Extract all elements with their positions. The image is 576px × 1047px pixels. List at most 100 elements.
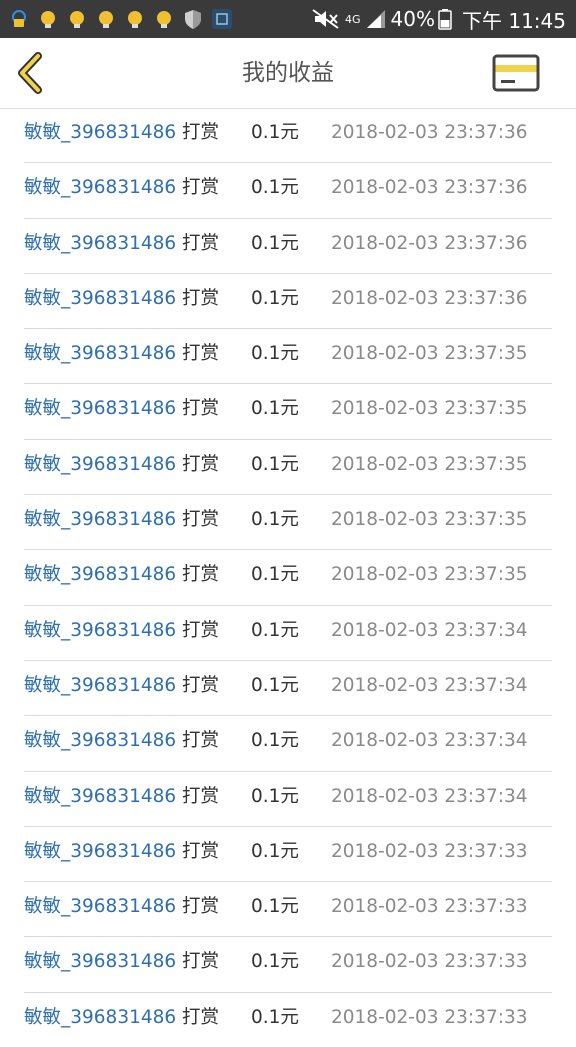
- bulb-icon: [153, 8, 175, 30]
- user-link[interactable]: 敏敏_396831486: [24, 108, 176, 162]
- action-label: 打赏: [182, 122, 220, 143]
- timestamp: 2018-02-03 23:37:35: [331, 398, 528, 420]
- list-item: 敏敏_396831486 打赏 0.1元 2018-02-03 23:37:36: [24, 108, 552, 164]
- action-label: 打赏: [182, 287, 220, 309]
- user-link[interactable]: 敏敏_396831486: [24, 440, 176, 494]
- list-item: 敏敏_396831486 打赏 0.1元 2018-02-03 23:37:33: [24, 882, 552, 938]
- header-bar: 我的收益: [0, 38, 576, 109]
- amount-value: 0.1元: [251, 951, 299, 973]
- amount-value: 0.1元: [251, 730, 299, 752]
- battery-icon: [438, 8, 452, 30]
- action-label: 打赏: [182, 840, 220, 862]
- amount-value: 0.1元: [251, 509, 299, 531]
- amount-value: 0.1元: [251, 674, 299, 696]
- bulb-icon: [66, 8, 88, 30]
- user-link[interactable]: 敏敏_396831486: [24, 993, 176, 1047]
- action-label: 打赏: [182, 619, 220, 641]
- signal-icon: [365, 9, 387, 29]
- amount-value: 0.1元: [251, 177, 299, 199]
- list-item: 敏敏_396831486 打赏 0.1元 2018-02-03 23:37:33: [24, 993, 552, 1047]
- action-label: 打赏: [182, 398, 220, 420]
- amount-value: 0.1元: [251, 1006, 299, 1028]
- mute-icon: [311, 8, 341, 30]
- list-item: 敏敏_396831486 打赏 0.1元 2018-02-03 23:37:35: [24, 550, 552, 606]
- amount-value: 0.1元: [251, 896, 299, 918]
- action-label: 打赏: [182, 896, 220, 918]
- action-label: 打赏: [182, 674, 220, 696]
- timestamp: 2018-02-03 23:37:34: [331, 785, 528, 807]
- user-link[interactable]: 敏敏_396831486: [24, 772, 176, 826]
- bulb-icon: [37, 8, 59, 30]
- bulb-icon: [124, 8, 146, 30]
- timestamp: 2018-02-03 23:37:33: [331, 896, 528, 918]
- amount-value: 0.1元: [251, 343, 299, 365]
- list-item: 敏敏_396831486 打赏 0.1元 2018-02-03 23:37:35: [24, 384, 552, 440]
- list-item: 敏敏_396831486 打赏 0.1元 2018-02-03 23:37:34: [24, 606, 552, 661]
- timestamp: 2018-02-03 23:37:36: [331, 232, 528, 254]
- status-bar: 4G 40% 下午 11:45: [0, 0, 576, 38]
- amount-value: 0.1元: [251, 619, 299, 641]
- amount-value: 0.1元: [251, 564, 299, 586]
- status-indicators: 4G 40% 下午 11:45: [311, 0, 566, 38]
- user-link[interactable]: 敏敏_396831486: [24, 219, 176, 273]
- timestamp: 2018-02-03 23:37:35: [331, 343, 528, 365]
- timestamp: 2018-02-03 23:37:36: [331, 287, 528, 309]
- action-label: 打赏: [182, 785, 220, 807]
- timestamp: 2018-02-03 23:37:33: [331, 840, 528, 862]
- amount-value: 0.1元: [251, 453, 299, 475]
- action-label: 打赏: [182, 343, 220, 365]
- timestamp: 2018-02-03 23:37:34: [331, 674, 528, 696]
- page-title: 我的收益: [242, 60, 334, 86]
- shield-icon: [182, 8, 204, 30]
- amount-value: 0.1元: [251, 287, 299, 309]
- user-link[interactable]: 敏敏_396831486: [24, 495, 176, 549]
- user-link[interactable]: 敏敏_396831486: [24, 384, 176, 438]
- user-link[interactable]: 敏敏_396831486: [24, 606, 176, 660]
- bulb-icon: [95, 8, 117, 30]
- timestamp: 2018-02-03 23:37:35: [331, 453, 528, 475]
- notification-icons: [8, 7, 240, 31]
- timestamp: 2018-02-03 23:37:36: [331, 177, 528, 199]
- app-icon: [211, 8, 233, 30]
- list-item: 敏敏_396831486 打赏 0.1元 2018-02-03 23:37:36: [24, 163, 552, 219]
- list-item: 敏敏_396831486 打赏 0.1元 2018-02-03 23:37:34: [24, 661, 552, 717]
- lock-icon: [8, 8, 30, 30]
- user-link[interactable]: 敏敏_396831486: [24, 329, 176, 383]
- action-label: 打赏: [182, 564, 220, 586]
- list-item: 敏敏_396831486 打赏 0.1元 2018-02-03 23:37:36: [24, 219, 552, 274]
- battery-percent: 40%: [390, 7, 435, 31]
- credit-card-icon: [492, 54, 540, 92]
- list-item: 敏敏_396831486 打赏 0.1元 2018-02-03 23:37:33: [24, 827, 552, 883]
- list-item: 敏敏_396831486 打赏 0.1元 2018-02-03 23:37:34: [24, 716, 552, 772]
- user-link[interactable]: 敏敏_396831486: [24, 163, 176, 217]
- user-link[interactable]: 敏敏_396831486: [24, 661, 176, 715]
- card-button[interactable]: [492, 54, 540, 92]
- timestamp: 2018-02-03 23:37:33: [331, 951, 528, 973]
- user-link[interactable]: 敏敏_396831486: [24, 937, 176, 991]
- action-label: 打赏: [182, 509, 220, 531]
- amount-value: 0.1元: [251, 232, 299, 254]
- list-item: 敏敏_396831486 打赏 0.1元 2018-02-03 23:37:35: [24, 329, 552, 385]
- amount-value: 0.1元: [251, 785, 299, 807]
- action-label: 打赏: [182, 951, 220, 973]
- amount-value: 0.1元: [251, 398, 299, 420]
- clock: 下午 11:45: [462, 8, 566, 33]
- list-item: 敏敏_396831486 打赏 0.1元 2018-02-03 23:37:35: [24, 440, 552, 496]
- user-link[interactable]: 敏敏_396831486: [24, 882, 176, 936]
- list-item: 敏敏_396831486 打赏 0.1元 2018-02-03 23:37:33: [24, 937, 552, 993]
- user-link[interactable]: 敏敏_396831486: [24, 274, 176, 328]
- action-label: 打赏: [182, 1006, 220, 1028]
- action-label: 打赏: [182, 177, 220, 199]
- list-item: 敏敏_396831486 打赏 0.1元 2018-02-03 23:37:35: [24, 495, 552, 551]
- user-link[interactable]: 敏敏_396831486: [24, 550, 176, 604]
- user-link[interactable]: 敏敏_396831486: [24, 827, 176, 881]
- amount-value: 0.1元: [251, 122, 299, 143]
- user-link[interactable]: 敏敏_396831486: [24, 716, 176, 770]
- amount-value: 0.1元: [251, 840, 299, 862]
- action-label: 打赏: [182, 453, 220, 475]
- timestamp: 2018-02-03 23:37:34: [331, 730, 528, 752]
- list-item: 敏敏_396831486 打赏 0.1元 2018-02-03 23:37:34: [24, 772, 552, 827]
- timestamp: 2018-02-03 23:37:35: [331, 564, 528, 586]
- action-label: 打赏: [182, 730, 220, 752]
- network-type: 4G: [345, 12, 361, 26]
